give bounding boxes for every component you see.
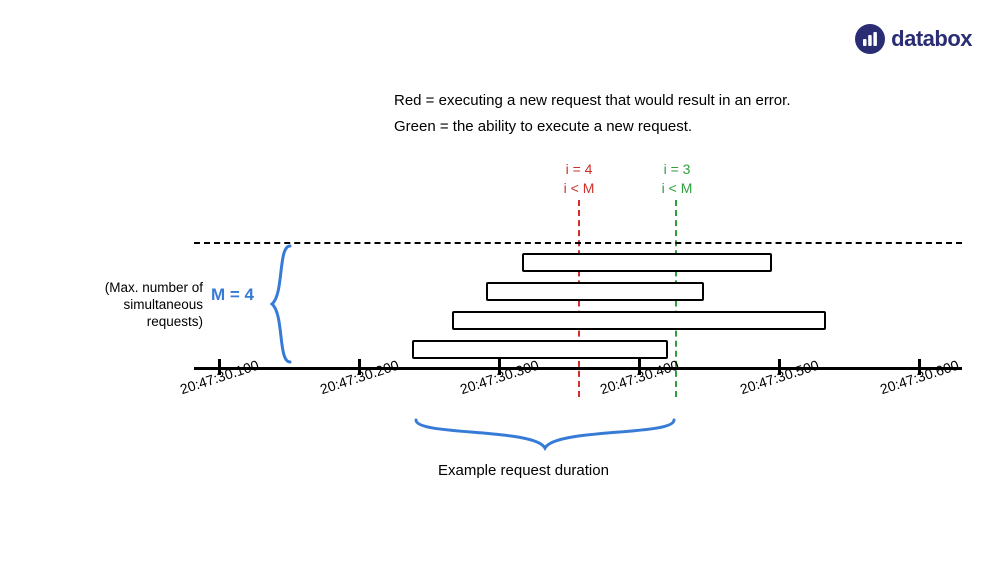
- marker-red-condition: i < M: [549, 179, 609, 198]
- example-duration-label: Example request duration: [438, 462, 609, 479]
- time-axis: [194, 367, 962, 370]
- max-requests-caption: (Max. number of simultaneous requests): [65, 280, 203, 331]
- brand-logo: databox: [855, 24, 972, 54]
- request-bar: [412, 340, 668, 359]
- request-bar: [452, 311, 826, 330]
- bar-chart-icon: [855, 24, 885, 54]
- legend: Red = executing a new request that would…: [394, 88, 790, 141]
- marker-green-condition: i < M: [647, 179, 707, 198]
- marker-red-label: i = 4 i < M: [549, 160, 609, 198]
- bottom-brace-icon: [414, 416, 676, 452]
- max-requests-value: M = 4: [211, 285, 254, 305]
- marker-green-i: i = 3: [647, 160, 707, 179]
- left-brace-icon: [270, 244, 294, 364]
- marker-green-label: i = 3 i < M: [647, 160, 707, 198]
- request-bar: [486, 282, 704, 301]
- request-bar: [522, 253, 772, 272]
- marker-red-i: i = 4: [549, 160, 609, 179]
- max-limit-line: [194, 242, 962, 244]
- timeline-diagram: i = 4 i < M i = 3 i < M 20:47:30.10020:4…: [0, 160, 1000, 520]
- legend-green: Green = the ability to execute a new req…: [394, 114, 790, 140]
- legend-red: Red = executing a new request that would…: [394, 88, 790, 114]
- logo-text: databox: [891, 26, 972, 52]
